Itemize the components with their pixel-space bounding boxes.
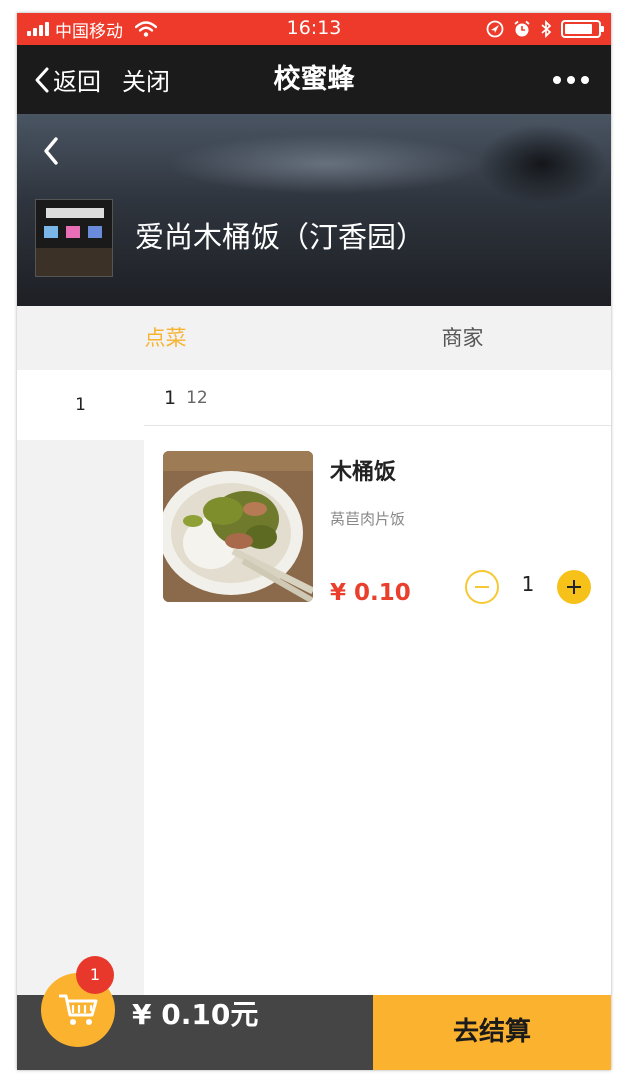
status-right xyxy=(486,13,604,45)
bluetooth-icon xyxy=(541,20,552,38)
category-item[interactable]: 1 xyxy=(17,370,144,440)
category-sidebar: 1 xyxy=(17,370,144,995)
alarm-icon xyxy=(514,20,530,37)
tab-bar: 点菜 商家 xyxy=(17,306,611,370)
product-price: ¥ 0.10 xyxy=(330,580,411,606)
shop-back-icon[interactable] xyxy=(39,134,63,168)
plus-icon[interactable] xyxy=(557,570,591,604)
tab-order[interactable]: 点菜 xyxy=(17,306,314,370)
category-header: 1 12 xyxy=(144,370,611,426)
cart-total: ¥ 0.10元 xyxy=(132,998,259,1031)
product-item[interactable]: 木桶饭 莴苣肉片饭 ¥ 0.10 1 xyxy=(144,426,611,606)
checkout-button[interactable]: 去结算 xyxy=(373,995,611,1070)
shop-name: 爱尚木桶饭（汀香园） xyxy=(135,220,426,254)
category-count: 12 xyxy=(186,387,208,408)
nav-title: 校蜜蜂 xyxy=(273,64,355,95)
phone-screen: 中国移动 16:13 返回 关闭 校蜜蜂 爱尚木桶饭（汀香园） 点菜 商家 1 … xyxy=(17,13,611,1070)
status-bar: 中国移动 16:13 xyxy=(17,13,611,45)
more-icon[interactable] xyxy=(553,45,589,114)
cart-icon xyxy=(59,994,98,1025)
category-number: 1 xyxy=(164,386,177,409)
shop-logo xyxy=(35,199,113,277)
minus-icon[interactable] xyxy=(465,570,499,604)
location-icon xyxy=(486,20,504,38)
food-image[interactable] xyxy=(163,451,313,602)
product-name: 木桶饭 xyxy=(330,460,397,485)
product-quantity: 1 xyxy=(521,572,535,596)
shop-header: 爱尚木桶饭（汀香园） xyxy=(17,114,611,306)
nav-bar: 返回 关闭 校蜜蜂 xyxy=(17,45,611,114)
tab-merchant[interactable]: 商家 xyxy=(314,306,611,370)
battery-icon xyxy=(561,20,604,38)
product-description: 莴苣肉片饭 xyxy=(330,510,406,528)
cart-badge: 1 xyxy=(76,956,114,994)
product-list: 1 12 木桶饭 莴苣肉片饭 ¥ 0.10 1 xyxy=(144,370,611,995)
